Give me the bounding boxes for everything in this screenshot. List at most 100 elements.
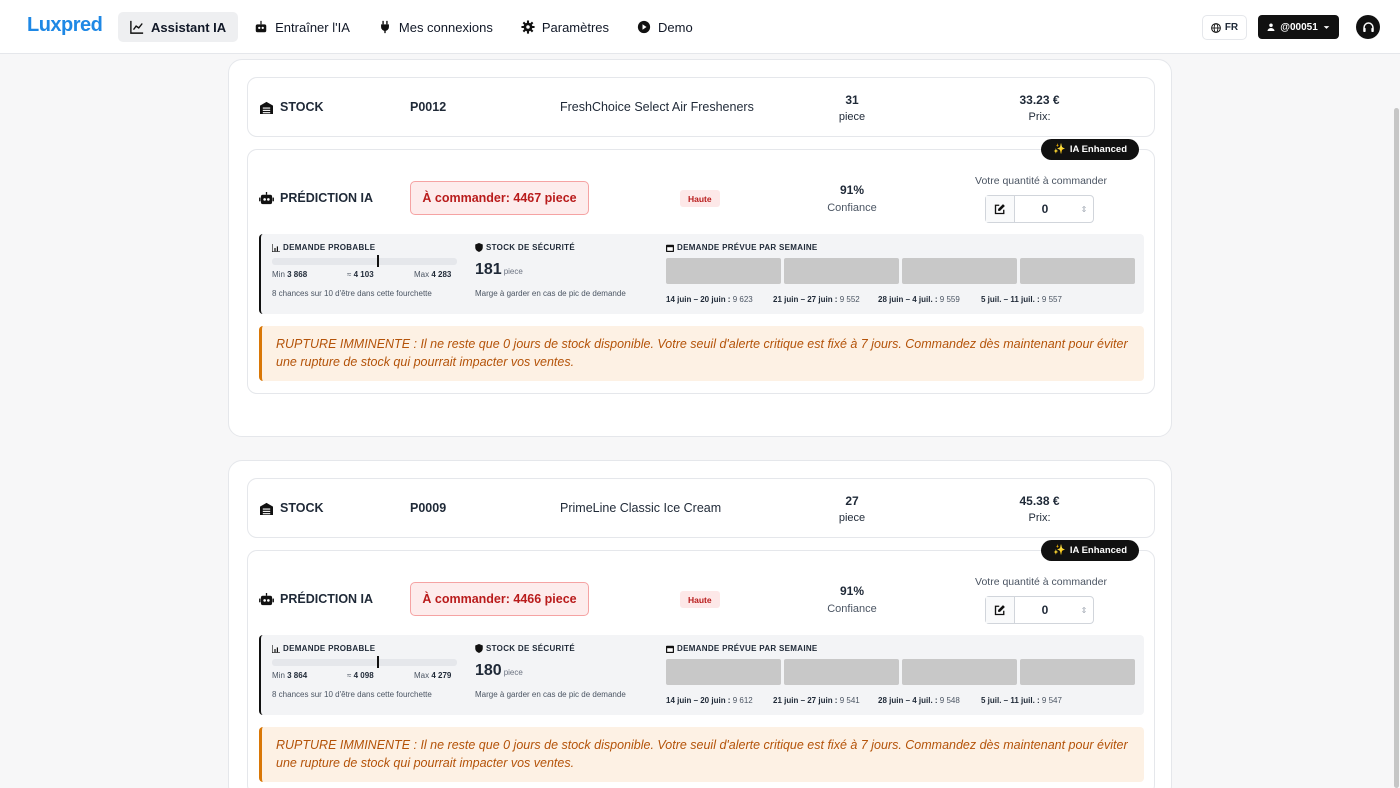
order-quantity-value[interactable]: 0 bbox=[1015, 196, 1075, 222]
confidence: 91% Confiance bbox=[812, 181, 892, 217]
calendar-icon bbox=[666, 244, 674, 252]
week-bar bbox=[784, 659, 899, 685]
week-bar bbox=[1020, 258, 1135, 284]
product-card: STOCK P0009 PrimeLine Classic Ice Cream … bbox=[228, 460, 1172, 788]
warehouse-icon bbox=[260, 101, 273, 114]
weekly-title-text: DEMANDE PRÉVUE PAR SEMAINE bbox=[677, 243, 818, 252]
week-range: 14 juin – 20 juin : bbox=[666, 696, 731, 705]
priority-badge: Haute bbox=[680, 591, 720, 608]
shield-icon bbox=[475, 243, 483, 252]
warehouse-icon bbox=[260, 502, 273, 515]
nav-label: Demo bbox=[658, 19, 693, 35]
safety-note: Marge à garder en cas de pic de demande bbox=[475, 690, 626, 699]
week-bar bbox=[902, 258, 1017, 284]
robot-icon bbox=[255, 20, 267, 33]
chart-line-icon bbox=[130, 20, 144, 34]
product-price: 45.38 € Prix: bbox=[993, 493, 1086, 527]
price-label: Prix: bbox=[1028, 111, 1051, 123]
page-scrollbar[interactable] bbox=[1394, 108, 1399, 788]
order-quantity-value[interactable]: 0 bbox=[1015, 597, 1075, 623]
confidence-value: 91% bbox=[839, 584, 865, 598]
product-price: 33.23 € Prix: bbox=[993, 92, 1086, 126]
week-value: 9 559 bbox=[937, 295, 960, 304]
demand-min-label: Min bbox=[272, 671, 285, 680]
safety-title: STOCK DE SÉCURITÉ bbox=[475, 644, 575, 653]
week-range: 21 juin – 27 juin : bbox=[773, 696, 838, 705]
play-icon bbox=[637, 20, 651, 34]
quantity-stepper[interactable]: ⇕ bbox=[1075, 597, 1093, 623]
week-range: 5 juil. – 11 juil. : bbox=[981, 295, 1040, 304]
confidence: 91% Confiance bbox=[812, 582, 892, 618]
app-logo[interactable]: Luxpred bbox=[27, 14, 103, 37]
user-menu-button[interactable]: @00051 bbox=[1258, 15, 1339, 39]
prediction-panel: ✨ IA Enhanced PRÉDICTION IA À commander:… bbox=[247, 139, 1155, 394]
demand-min-label: Min bbox=[272, 270, 285, 279]
stockout-alert: RUPTURE IMMINENTE : Il ne reste que 0 jo… bbox=[259, 727, 1144, 782]
nav-label: Mes connexions bbox=[398, 19, 493, 35]
stockout-alert: RUPTURE IMMINENTE : Il ne reste que 0 jo… bbox=[259, 326, 1144, 381]
edit-button[interactable] bbox=[986, 597, 1015, 623]
week-value: 9 623 bbox=[730, 295, 753, 304]
edit-button[interactable] bbox=[986, 196, 1015, 222]
prediction-label-text: PRÉDICTION IA bbox=[280, 592, 374, 606]
safety-note: Marge à garder en cas de pic de demande bbox=[475, 289, 626, 298]
calendar-icon bbox=[666, 645, 674, 653]
week-range: 14 juin – 20 juin : bbox=[666, 295, 731, 304]
prediction-label: PRÉDICTION IA bbox=[259, 592, 373, 606]
ia-enhanced-badge: ✨ IA Enhanced bbox=[1041, 540, 1139, 561]
stock-label-text: STOCK bbox=[280, 501, 324, 515]
demand-mid-label: ≈ bbox=[347, 270, 352, 279]
language-button[interactable]: FR bbox=[1202, 15, 1247, 40]
week-label: 14 juin – 20 juin : 9 612 bbox=[666, 696, 753, 705]
week-bar bbox=[902, 659, 1017, 685]
nav-mes-connexions[interactable]: Mes connexions bbox=[366, 12, 505, 42]
caret-down-icon bbox=[1323, 25, 1330, 29]
week-bar bbox=[666, 258, 781, 284]
safety-title-text: STOCK DE SÉCURITÉ bbox=[486, 243, 575, 252]
stock-quantity-unit: piece bbox=[838, 512, 866, 524]
stock-row: STOCK P0012 FreshChoice Select Air Fresh… bbox=[247, 77, 1155, 137]
support-button[interactable] bbox=[1356, 15, 1380, 39]
ia-badge-label: IA Enhanced bbox=[1069, 144, 1127, 155]
demand-mid: ≈ 4 103 bbox=[347, 270, 374, 279]
week-range: 28 juin – 4 juil. : bbox=[878, 295, 938, 304]
globe-icon bbox=[1210, 22, 1221, 33]
week-value: 9 557 bbox=[1039, 295, 1062, 304]
quantity-stepper[interactable]: ⇕ bbox=[1075, 196, 1093, 222]
week-label: 5 juil. – 11 juil. : 9 547 bbox=[981, 696, 1062, 705]
order-quantity-input[interactable]: 0 ⇕ bbox=[985, 596, 1094, 624]
demand-max-label: Max bbox=[414, 671, 430, 680]
week-label: 28 juin – 4 juil. : 9 548 bbox=[878, 696, 960, 705]
nav-label: Paramètres bbox=[541, 19, 610, 35]
order-recommendation: À commander: 4467 piece bbox=[410, 181, 589, 215]
robot-icon bbox=[259, 191, 274, 204]
ia-enhanced-badge: ✨ IA Enhanced bbox=[1041, 139, 1139, 160]
product-code: P0009 bbox=[410, 501, 447, 515]
prediction-label: PRÉDICTION IA bbox=[259, 191, 373, 205]
week-range: 21 juin – 27 juin : bbox=[773, 295, 838, 304]
nav-parametres[interactable]: Paramètres bbox=[509, 12, 621, 42]
nav-demo[interactable]: Demo bbox=[625, 12, 705, 42]
order-quantity-label: Votre quantité à commander bbox=[975, 175, 1107, 187]
order-quantity-label: Votre quantité à commander bbox=[975, 576, 1107, 588]
week-range: 5 juil. – 11 juil. : bbox=[981, 696, 1040, 705]
order-quantity-input[interactable]: 0 ⇕ bbox=[985, 195, 1094, 223]
demand-note: 8 chances sur 10 d'être dans cette fourc… bbox=[272, 289, 432, 298]
robot-icon bbox=[259, 592, 274, 605]
safety-value: 180 bbox=[475, 662, 502, 679]
price-value: 33.23 € bbox=[1019, 93, 1060, 107]
product-name: FreshChoice Select Air Fresheners bbox=[560, 100, 754, 114]
prediction-details: DEMANDE PROBABLE Min 3 868 ≈ 4 103 Max 4… bbox=[259, 234, 1144, 314]
week-value: 9 552 bbox=[837, 295, 860, 304]
nav-entrainer-ia[interactable]: Entraîner l'IA bbox=[242, 12, 362, 42]
demand-max: Max 4 279 bbox=[414, 671, 451, 680]
confidence-label: Confiance bbox=[827, 603, 877, 615]
nav-assistant-ia[interactable]: Assistant IA bbox=[118, 12, 239, 42]
sparkle-icon: ✨ bbox=[1053, 144, 1066, 155]
product-name: PrimeLine Classic Ice Cream bbox=[560, 501, 722, 515]
main-nav: Assistant IA Entraîner l'IA Mes connexio… bbox=[118, 12, 705, 42]
demand-mid: ≈ 4 098 bbox=[347, 671, 374, 680]
week-value: 9 612 bbox=[730, 696, 753, 705]
order-recommendation: À commander: 4466 piece bbox=[410, 582, 589, 616]
stock-label-text: STOCK bbox=[280, 100, 324, 114]
